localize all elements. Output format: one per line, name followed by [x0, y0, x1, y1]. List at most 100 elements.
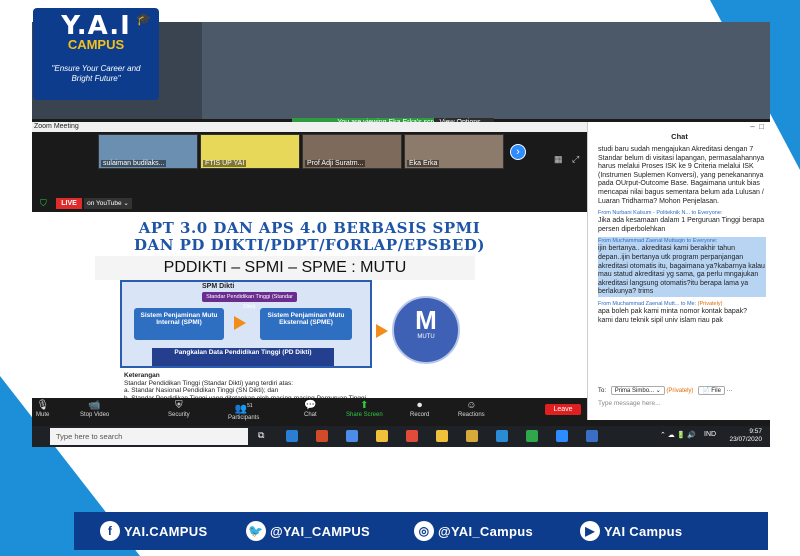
twitter-handle: @YAI_CAMPUS [270, 523, 371, 539]
shield-icon: ⛉ [40, 198, 47, 208]
reactions-label: Reactions [458, 412, 485, 418]
clock-date: 23/07/2020 [729, 436, 762, 443]
participants-button[interactable]: 👥51 Participants [228, 400, 259, 421]
folder-icon[interactable] [436, 430, 448, 442]
notes-line: Standar Pendidikan Tinggi (Standar Dikti… [124, 379, 294, 387]
participant-tile[interactable]: sulaiman budilaks... [98, 134, 198, 169]
twitter-link[interactable]: 🐦 @YAI_CAMPUS [246, 521, 370, 541]
live-badge: LIVE [56, 198, 82, 209]
file-label: File [711, 388, 721, 394]
pddikti-box: Pangkalan Data Pendidikan Tinggi (PD Dik… [152, 348, 334, 366]
meeting-area: sulaiman budilaks... FTIS UP YAI Prof Ad… [32, 132, 587, 420]
chat-message: Jika ada kesamaan dalam 1 Perguruan Ting… [598, 217, 765, 233]
store-icon[interactable] [376, 430, 388, 442]
file-button[interactable]: 📄 File [698, 386, 725, 395]
reactions-button[interactable]: ☺ Reactions [458, 400, 485, 418]
record-icon: ⏺ [417, 400, 423, 411]
task-view-icon[interactable]: ⧉ [258, 430, 270, 442]
chat-button[interactable]: 💬 Chat [304, 400, 317, 418]
stop-video-label: Stop Video [80, 412, 110, 418]
notes-title: Keterangan [124, 372, 160, 379]
chat-label: Chat [304, 412, 317, 418]
arrow-icon [234, 316, 246, 330]
record-button[interactable]: ⏺ Record [410, 400, 429, 418]
participant-name: sulaiman budilaks... [101, 160, 167, 167]
participant-tile[interactable]: Prof Adji Suratm... [302, 134, 402, 169]
next-page-icon[interactable]: › [510, 144, 526, 160]
twitter-icon: 🐦 [246, 521, 266, 541]
logo-sub: CAMPUS [67, 37, 125, 52]
facebook-handle: YAI.CAMPUS [124, 523, 208, 539]
live-platform-button[interactable]: on YouTube ⌄ [84, 198, 132, 209]
fullscreen-icon[interactable]: ⤢ [572, 154, 579, 165]
sender-name: From Muchammad Zaenal Mutt... to Me: [598, 300, 697, 307]
chat-message: apa boleh pak kami minta nomor kontak ba… [598, 307, 748, 315]
chat-sender: From Muchammad Zaenal Muttaqin to Everyo… [598, 237, 766, 246]
chat-input[interactable]: Type message here... [598, 400, 661, 407]
microphone-icon: 🎙 [36, 400, 50, 411]
chat-icon: 💬 [304, 400, 317, 411]
grid-icon[interactable]: ▦ [554, 154, 563, 165]
slide-title-line2: DAN PD DIKTI/PDPT/FORLAP/EPSBED) [134, 236, 485, 254]
chat-message: ijin bertanya.. akreditasi kami berakhir… [598, 245, 766, 297]
tray-icons[interactable]: ⌃ ☁ 🔋 🔊 [660, 431, 696, 439]
slide-title-line1: APT 3.0 DAN APS 4.0 BERBASIS SPMI [138, 219, 481, 237]
stop-video-button[interactable]: 📹 Stop Video [80, 400, 109, 418]
private-tag: (Privately) [666, 388, 694, 394]
record-label: Record [410, 412, 430, 418]
youtube-icon: ▶ [580, 521, 600, 541]
youtube-handle: YAI Campus [604, 523, 683, 539]
mutu-letter: M [415, 305, 437, 335]
mute-button[interactable]: 🎙 Mute [36, 400, 49, 418]
ie-icon[interactable] [496, 430, 508, 442]
recipient-select[interactable]: Prima Simbo... ⌄ [610, 386, 665, 395]
participant-name: Eka Erka [407, 160, 440, 167]
logo-tagline: "Ensure Your Career and Bright Future" [39, 64, 153, 84]
more-icon[interactable]: ··· [727, 388, 733, 394]
word-icon[interactable] [586, 430, 598, 442]
stage: You are viewing Eka Erka's screen View O… [0, 0, 800, 556]
social-bar: f YAI.CAMPUS 🐦 @YAI_CAMPUS ◎ @YAI_Campus ▶ Y… [74, 512, 768, 550]
chrome-icon[interactable] [406, 430, 418, 442]
language-indicator[interactable]: IND [704, 431, 716, 438]
security-button[interactable]: ⛨ Security [168, 400, 190, 418]
instagram-link[interactable]: ◎ @YAI_Campus [414, 521, 533, 541]
taskbar-search[interactable]: Type here to search [50, 428, 248, 445]
edge-icon[interactable] [286, 430, 298, 442]
leave-button[interactable]: Leave [545, 404, 581, 415]
private-tag: (Privately) [697, 300, 723, 307]
chat-panel: – □ Chat studi baru sudah mengajukan Akr… [587, 122, 770, 420]
zoom-icon[interactable] [556, 430, 568, 442]
chat-sender: From Muchammad Zaenal Mutt... to Me: (Pr… [598, 300, 766, 308]
participant-name: Prof Adji Suratm... [305, 160, 366, 167]
mutu-circle: M MUTU [392, 296, 460, 364]
youtube-link[interactable]: ▶ YAI Campus [580, 521, 682, 541]
spmi-box: Sistem Penjaminan Mutu Internal (SPMI) [134, 308, 224, 340]
powerpoint-icon[interactable] [316, 430, 328, 442]
facebook-link[interactable]: f YAI.CAMPUS [100, 521, 207, 541]
file-icon: 📄 [702, 388, 710, 394]
participant-tile[interactable]: FTIS UP YAI [200, 134, 300, 169]
arrow-icon [376, 324, 388, 338]
shield-icon: ⛨ [175, 400, 183, 411]
window-title: Zoom Meeting [32, 122, 587, 132]
participants-count: 51 [247, 403, 253, 409]
instagram-icon: ◎ [414, 521, 434, 541]
participant-tile[interactable]: Eka Erka [404, 134, 504, 169]
mutu-word: MUTU [417, 334, 435, 340]
share-icon: ⬆ [360, 400, 369, 411]
people-icon: 👥51 [234, 403, 253, 415]
share-screen-button[interactable]: ⬆ Share Screen [346, 400, 383, 418]
whatsapp-icon[interactable] [526, 430, 538, 442]
chrome-icon[interactable] [346, 430, 358, 442]
chat-header: Chat [671, 132, 688, 141]
chat-recipient: To: Prima Simbo... ⌄ (Privately) 📄 File … [598, 386, 733, 395]
photos-icon[interactable] [466, 430, 478, 442]
yai-logo: 🎓 Y.A.I CAMPUS "Ensure Your Career and B… [33, 8, 159, 100]
window-controls[interactable]: – □ [750, 122, 764, 131]
chat-sender: From Nurbani Kalsum - Politeknik N... to… [598, 210, 723, 217]
clock[interactable]: 9:57 23/07/2020 [729, 428, 762, 444]
shared-slide: APT 3.0 DAN APS 4.0 BERBASIS SPMI DAN PD… [32, 212, 587, 420]
clock-time: 9:57 [749, 428, 762, 435]
to-label: To: [598, 388, 607, 394]
